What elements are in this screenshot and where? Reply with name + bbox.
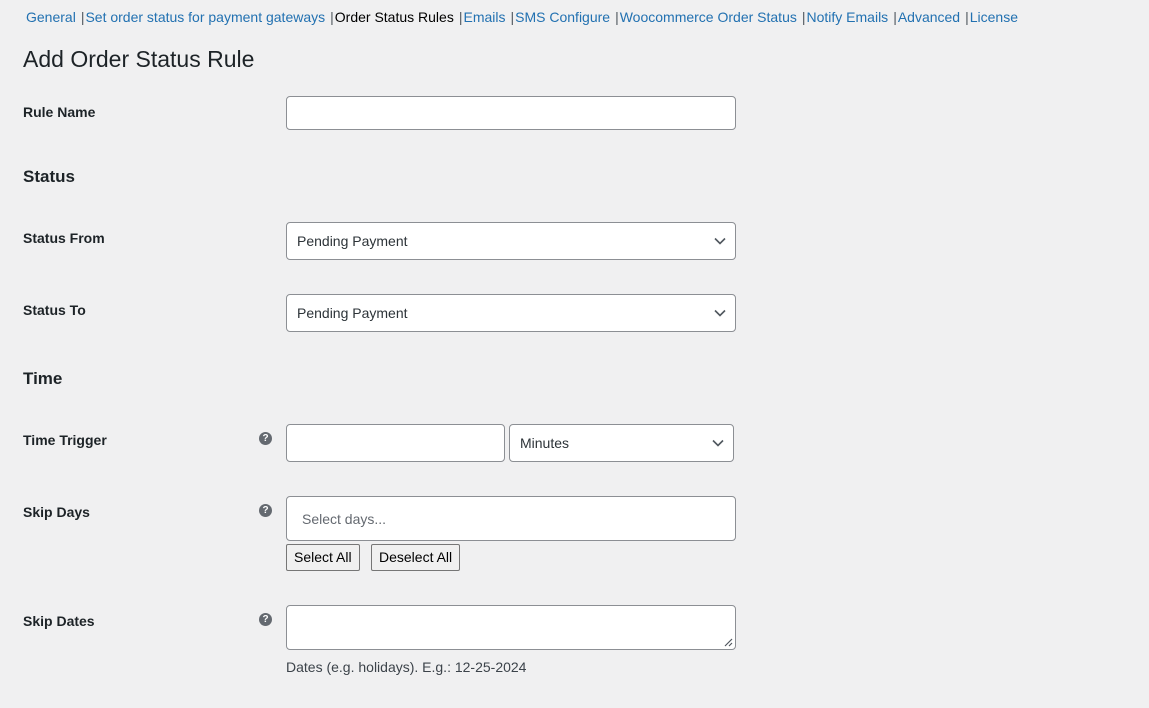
deselect-all-button[interactable]: Deselect All <box>371 544 461 571</box>
skip-dates-description: Dates (e.g. holidays). E.g.: 12-25-2024 <box>286 659 527 675</box>
nav-sms-configure[interactable]: SMS Configure <box>515 9 610 25</box>
nav-notify-emails[interactable]: Notify Emails <box>807 9 889 25</box>
nav-separator: | <box>965 9 969 25</box>
help-icon[interactable]: ? <box>259 432 272 445</box>
skip-days-label: Skip Days <box>23 504 90 520</box>
time-unit-value: Minutes <box>520 435 570 451</box>
nav-separator: | <box>80 9 85 25</box>
time-trigger-input[interactable] <box>286 424 505 462</box>
nav-separator: | <box>330 9 334 25</box>
nav-separator: | <box>510 9 515 25</box>
time-unit-select[interactable]: Minutes <box>509 424 734 462</box>
status-from-value: Pending Payment <box>297 233 408 249</box>
chevron-down-icon <box>714 309 726 317</box>
chevron-down-icon <box>712 439 724 447</box>
skip-dates-label: Skip Dates <box>23 613 95 629</box>
status-section-heading: Status <box>23 167 75 186</box>
nav-general[interactable]: General <box>26 9 76 25</box>
settings-nav: General |Set order status for payment gat… <box>26 8 1018 26</box>
nav-separator: | <box>615 9 619 25</box>
select-all-button[interactable]: Select All <box>286 544 360 571</box>
skip-dates-textarea[interactable] <box>286 605 736 650</box>
skip-days-multiselect[interactable]: Select days... <box>286 496 736 541</box>
resize-handle-icon[interactable] <box>724 638 733 647</box>
status-from-select[interactable]: Pending Payment <box>286 222 736 260</box>
help-icon[interactable]: ? <box>259 504 272 517</box>
nav-separator: | <box>893 9 897 25</box>
status-to-label: Status To <box>23 302 86 318</box>
time-section-heading: Time <box>23 369 63 388</box>
nav-separator: | <box>801 9 806 25</box>
nav-payment-gateways[interactable]: Set order status for payment gateways <box>85 9 325 25</box>
chevron-down-icon <box>714 237 726 245</box>
status-to-value: Pending Payment <box>297 305 408 321</box>
nav-advanced[interactable]: Advanced <box>898 9 960 25</box>
rule-name-input[interactable] <box>286 96 736 130</box>
skip-days-placeholder: Select days... <box>302 510 387 527</box>
rule-name-label: Rule Name <box>23 104 96 120</box>
nav-woocommerce-order-status[interactable]: Woocommerce Order Status <box>620 9 797 25</box>
nav-order-status-rules[interactable]: Order Status Rules <box>335 9 454 25</box>
nav-license[interactable]: License <box>970 9 1018 25</box>
status-to-select[interactable]: Pending Payment <box>286 294 736 332</box>
time-trigger-label: Time Trigger <box>23 432 107 448</box>
help-icon[interactable]: ? <box>259 613 272 626</box>
nav-separator: | <box>458 9 463 25</box>
nav-emails[interactable]: Emails <box>463 9 505 25</box>
status-from-label: Status From <box>23 230 105 246</box>
page-title: Add Order Status Rule <box>23 46 255 72</box>
